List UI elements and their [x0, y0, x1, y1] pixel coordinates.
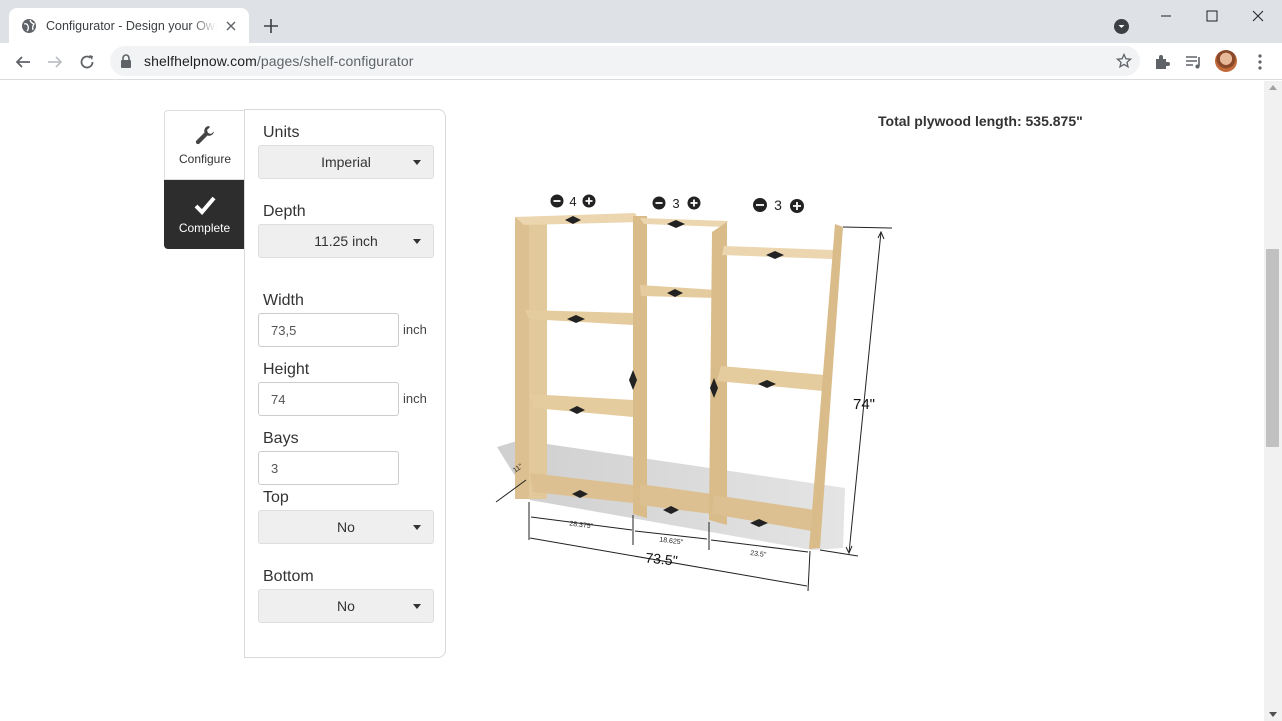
side-panel — [515, 217, 529, 499]
units-select-value: Imperial — [321, 154, 371, 170]
profile-avatar[interactable] — [1215, 50, 1237, 72]
globe-icon — [22, 18, 36, 33]
tab-strip: Configurator - Design your Own Shelves — [0, 0, 1282, 43]
checkmark-icon — [194, 196, 216, 215]
bay-2-width-label: 18.625" — [659, 537, 684, 547]
bay-2-count: 3 — [672, 196, 679, 211]
extensions-puzzle-icon[interactable] — [1153, 53, 1171, 71]
depth-select[interactable]: 11.25 inch — [258, 224, 434, 258]
wrench-icon — [195, 126, 214, 145]
bay-3-width-label: 23.5" — [750, 550, 767, 559]
lock-icon — [121, 54, 131, 68]
shelf — [640, 218, 728, 227]
bay-3-count: 3 — [774, 197, 782, 213]
height-label: Height — [263, 361, 310, 378]
height-input[interactable] — [258, 382, 399, 416]
top-select[interactable]: No — [258, 510, 434, 544]
reload-icon[interactable] — [76, 51, 98, 73]
browser-toolbar: shelfhelpnow.com/pages/shelf-configurato… — [0, 43, 1282, 80]
caret-down-icon — [413, 525, 421, 530]
maximize-icon[interactable] — [1197, 6, 1227, 26]
height-unit: inch — [403, 391, 427, 406]
bottom-select-value: No — [337, 598, 355, 614]
caret-down-icon — [413, 239, 421, 244]
url-text: shelfhelpnow.com/pages/shelf-configurato… — [144, 53, 414, 69]
bay-1-shelf-controls: 4 — [550, 194, 596, 209]
depth-select-value: 11.25 inch — [314, 233, 378, 249]
page-scrollbar[interactable] — [1264, 81, 1282, 721]
width-input[interactable] — [258, 313, 399, 347]
bays-label: Bays — [263, 430, 299, 447]
shelf — [717, 366, 825, 391]
configurator-tabs: Configure Complete — [164, 110, 245, 249]
depth-label: Depth — [263, 203, 306, 220]
shelf-3d-preview[interactable]: 4 3 3 74" 28.375" 18.625" 23.5" 73.5" 11… — [490, 185, 910, 600]
address-bar[interactable]: shelfhelpnow.com/pages/shelf-configurato… — [110, 46, 1140, 76]
bookmark-star-icon[interactable] — [1116, 53, 1132, 69]
bottom-label: Bottom — [263, 568, 314, 585]
minimize-icon[interactable] — [1151, 6, 1181, 26]
caret-down-icon — [413, 160, 421, 165]
total-width-label: 73.5" — [645, 549, 679, 568]
configure-panel: Units Imperial Depth 11.25 inch Width in… — [244, 109, 446, 658]
scroll-up-icon[interactable] — [1269, 85, 1277, 90]
bay-3-shelf-controls: 3 — [753, 197, 804, 213]
close-tab-icon[interactable] — [223, 18, 239, 34]
forward-icon[interactable] — [44, 51, 66, 73]
media-controls-icon[interactable] — [1185, 53, 1203, 71]
units-select[interactable]: Imperial — [258, 145, 434, 179]
tab-configure-label: Configure — [178, 152, 232, 166]
top-label: Top — [263, 489, 289, 506]
bays-input[interactable] — [258, 451, 399, 485]
back-icon[interactable] — [12, 51, 34, 73]
browser-tab[interactable]: Configurator - Design your Own Shelves — [9, 8, 249, 43]
tab-complete[interactable]: Complete — [164, 180, 245, 249]
scroll-down-icon[interactable] — [1269, 712, 1277, 717]
total-plywood-length: Total plywood length: 535.875" — [878, 113, 1083, 129]
tab-configure[interactable]: Configure — [164, 110, 245, 180]
tab-complete-label: Complete — [178, 220, 231, 235]
menu-kebab-icon[interactable] — [1251, 53, 1269, 71]
tab-search-icon[interactable] — [1113, 18, 1130, 35]
top-select-value: No — [337, 519, 355, 535]
side-panel-depth — [529, 217, 547, 499]
tab-title: Configurator - Design your Own Shelves — [46, 18, 217, 33]
bay-1-count: 4 — [569, 194, 576, 209]
divider-panel — [633, 216, 647, 518]
caret-down-icon — [413, 604, 421, 609]
bay-2-shelf-controls: 3 — [652, 196, 701, 211]
bottom-select[interactable]: No — [258, 589, 434, 623]
height-dimension-label: 74" — [853, 396, 875, 413]
scrollbar-thumb[interactable] — [1266, 249, 1279, 447]
width-label: Width — [263, 292, 304, 309]
new-tab-icon[interactable] — [260, 15, 282, 37]
close-window-icon[interactable] — [1243, 6, 1273, 26]
units-label: Units — [263, 124, 300, 141]
bay-1-width-label: 28.375" — [569, 521, 594, 531]
width-unit: inch — [403, 322, 427, 337]
